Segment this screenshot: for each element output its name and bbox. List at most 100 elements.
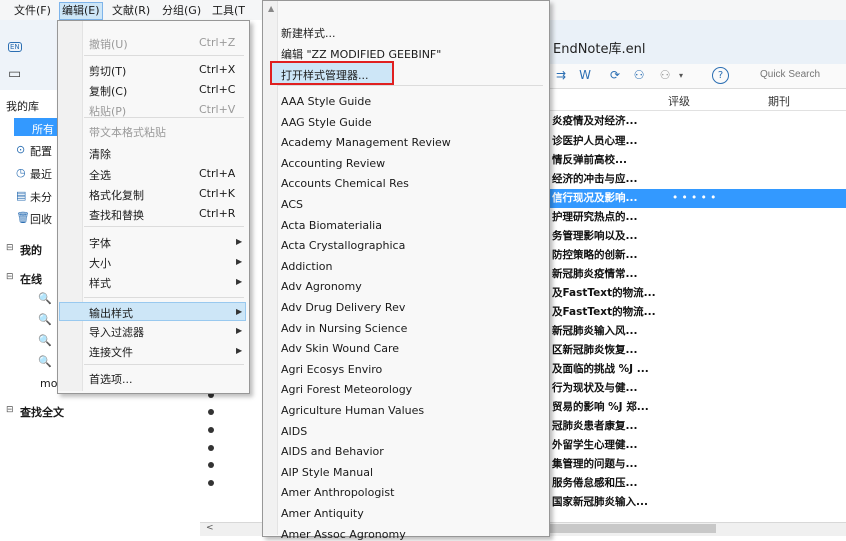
table-row[interactable]: 及FastText的物流... xyxy=(552,303,846,322)
table-row[interactable]: 冠肺炎患者康复... xyxy=(552,417,846,436)
edit-menu-item[interactable]: 清除 xyxy=(89,146,111,162)
word-icon[interactable]: W xyxy=(576,66,594,84)
menu-groups[interactable]: 分组(G) xyxy=(160,3,203,19)
search-icon[interactable]: 🔍 xyxy=(38,334,52,347)
menu-separator xyxy=(84,226,244,227)
edit-menu-item[interactable]: 大小 xyxy=(89,255,111,271)
table-row[interactable]: 防控策略的创新... xyxy=(552,246,846,265)
style-item[interactable]: Acta Biomaterialia xyxy=(281,219,382,232)
scroll-left-icon[interactable]: < xyxy=(206,523,214,533)
table-row[interactable]: 及面临的挑战 %J ... xyxy=(552,360,846,379)
group-configure[interactable]: 配置 xyxy=(30,143,52,159)
edit-menu-item[interactable]: 剪切(T) xyxy=(89,63,126,79)
table-row[interactable]: 区新冠肺炎恢复... xyxy=(552,341,846,360)
table-row[interactable]: 经济的冲击与应... xyxy=(552,170,846,189)
table-row[interactable]: 及FastText的物流... xyxy=(552,284,846,303)
layout-icon[interactable]: ▭ xyxy=(8,66,21,82)
style-item[interactable]: Accounting Review xyxy=(281,157,385,170)
new-style-item[interactable]: 新建样式... xyxy=(281,25,336,41)
edit-menu-item[interactable]: 复制(C) xyxy=(89,83,127,99)
menu-separator xyxy=(84,364,244,365)
edit-menu-item[interactable]: 样式 xyxy=(89,275,111,291)
my-groups-header[interactable]: 我的 xyxy=(20,242,42,258)
style-item[interactable]: Adv Drug Delivery Rev xyxy=(281,301,405,314)
open-style-manager-item[interactable]: 打开样式管理器... xyxy=(281,67,369,83)
collapse-icon[interactable]: ⊟ xyxy=(6,405,14,415)
table-row[interactable]: 行为现状及与健... xyxy=(552,379,846,398)
edit-menu-item[interactable]: 撤销(U) xyxy=(89,36,128,52)
style-item[interactable]: Acta Crystallographica xyxy=(281,239,405,252)
edit-menu-item[interactable]: 粘贴(P) xyxy=(89,103,126,119)
menu-file[interactable]: 文件(F) xyxy=(12,3,53,19)
share-icon[interactable]: ⚇ xyxy=(630,66,648,84)
online-search-header[interactable]: 在线 xyxy=(20,271,42,287)
edit-menu-item[interactable]: 输出样式 xyxy=(89,305,133,321)
table-row[interactable]: 外留学生心理健... xyxy=(552,436,846,455)
style-item[interactable]: Adv in Nursing Science xyxy=(281,322,407,335)
table-row[interactable]: 信行现况及影响... • • • • • xyxy=(548,189,846,208)
rating-dots[interactable]: • • • • • xyxy=(672,189,716,208)
edit-menu-item[interactable]: 导入过滤器 xyxy=(89,324,144,340)
menu-edit[interactable]: 编辑(E) xyxy=(59,2,103,20)
edit-style-item[interactable]: 编辑 "ZZ MODIFIED GEEBINF" xyxy=(281,46,441,62)
style-item[interactable]: Addiction xyxy=(281,260,332,273)
style-item[interactable]: Adv Skin Wound Care xyxy=(281,342,399,355)
find-duplicates-icon[interactable]: ⇉ xyxy=(552,66,570,84)
column-rating[interactable]: 评级 xyxy=(668,93,690,109)
search-icon[interactable]: 🔍 xyxy=(38,292,52,305)
table-row[interactable]: 国家新冠肺炎输入... xyxy=(552,493,846,512)
table-row[interactable]: 服务倦怠感和压... xyxy=(552,474,846,493)
style-item[interactable]: Agri Forest Meteorology xyxy=(281,383,412,396)
chevron-down-icon[interactable]: ▾ xyxy=(672,66,690,84)
table-row[interactable]: 新冠肺炎疫情常... xyxy=(552,265,846,284)
table-row[interactable]: 新冠肺炎输入风... xyxy=(552,322,846,341)
table-row[interactable]: 集管理的问题与... xyxy=(552,455,846,474)
style-item[interactable]: Accounts Chemical Res xyxy=(281,177,409,190)
find-full-text-header[interactable]: 查找全文 xyxy=(20,404,64,420)
table-row[interactable]: 贸易的影响 %J 郑... xyxy=(552,398,846,417)
table-row[interactable]: 务管理影响以及... xyxy=(552,227,846,246)
quick-search-input[interactable] xyxy=(754,66,844,84)
style-item[interactable]: AIDS xyxy=(281,425,307,438)
style-item[interactable]: AAA Style Guide xyxy=(281,95,371,108)
menu-references[interactable]: 文献(R) xyxy=(110,3,152,19)
reference-title: 护理研究热点的... xyxy=(552,211,638,223)
edit-menu-item[interactable]: 全选 xyxy=(89,167,111,183)
table-row[interactable]: 诊医护人员心理... xyxy=(552,132,846,151)
search-icon[interactable]: 🔍 xyxy=(38,313,52,326)
style-item[interactable]: Amer Assoc Agronomy xyxy=(281,528,406,541)
online-more[interactable]: mo xyxy=(40,377,57,390)
style-item[interactable]: Adv Agronomy xyxy=(281,280,362,293)
edit-menu-item[interactable]: 格式化复制 xyxy=(89,187,144,203)
scrollbar-thumb[interactable] xyxy=(548,524,716,533)
edit-menu-item[interactable]: 字体 xyxy=(89,235,111,251)
table-row[interactable]: 护理研究热点的... xyxy=(552,208,846,227)
menu-tools[interactable]: 工具(T xyxy=(210,3,247,19)
style-item[interactable]: Amer Antiquity xyxy=(281,507,364,520)
collapse-icon[interactable]: ⊟ xyxy=(6,272,14,282)
edit-menu-item[interactable]: 首选项... xyxy=(89,371,133,387)
style-item[interactable]: Amer Anthropologist xyxy=(281,486,394,499)
help-icon[interactable]: ? xyxy=(712,67,729,84)
table-row[interactable]: 情反弹前高校... xyxy=(552,151,846,170)
style-item[interactable]: Agriculture Human Values xyxy=(281,404,424,417)
style-item[interactable]: AIP Style Manual xyxy=(281,466,373,479)
sync-icon[interactable]: ⟳ xyxy=(606,66,624,84)
edit-menu-item[interactable]: 连接文件 xyxy=(89,344,133,360)
edit-menu-item[interactable]: 带文本格式粘贴 xyxy=(89,124,166,140)
group-recent[interactable]: 最近 xyxy=(30,166,52,182)
group-all[interactable]: 所有 xyxy=(32,121,54,137)
group-unfiled[interactable]: 未分 xyxy=(30,189,52,205)
column-journal[interactable]: 期刊 xyxy=(768,93,790,109)
table-row[interactable]: 炎疫情及对经济... xyxy=(552,112,846,131)
edit-menu-item[interactable]: 查找和替换 xyxy=(89,207,144,223)
scroll-up-icon[interactable]: ▲ xyxy=(268,4,274,13)
collapse-icon[interactable]: ⊟ xyxy=(6,243,14,253)
group-trash[interactable]: 回收 xyxy=(30,211,52,227)
style-item[interactable]: Agri Ecosys Enviro xyxy=(281,363,382,376)
style-item[interactable]: ACS xyxy=(281,198,303,211)
style-item[interactable]: Academy Management Review xyxy=(281,136,451,149)
style-item[interactable]: AAG Style Guide xyxy=(281,116,372,129)
style-item[interactable]: AIDS and Behavior xyxy=(281,445,384,458)
search-icon[interactable]: 🔍 xyxy=(38,355,52,368)
